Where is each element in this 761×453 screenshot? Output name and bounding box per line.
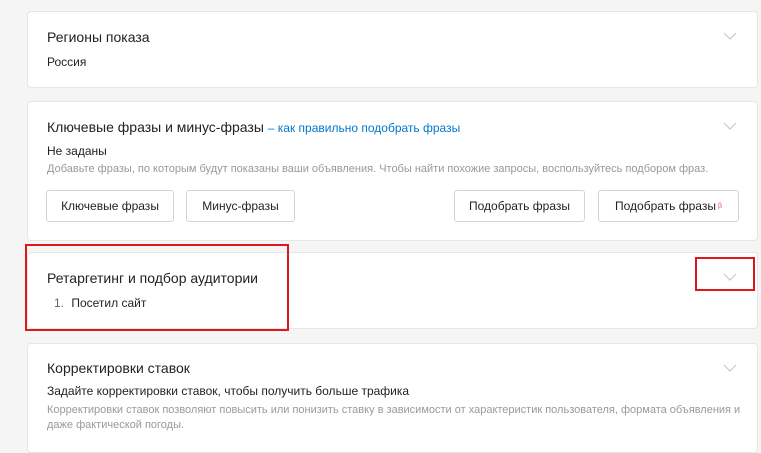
keywords-hint: Добавьте фразы, по которым будут показан… <box>47 163 709 175</box>
minus-phrases-button[interactable]: Минус-фразы <box>186 190 295 222</box>
keywords-help-link[interactable]: – как правильно подобрать фразы <box>268 121 460 135</box>
chevron-highlight-box <box>695 257 755 291</box>
chevron-down-icon[interactable] <box>723 364 737 372</box>
regions-title: Регионы показа <box>47 29 150 45</box>
chevron-down-icon[interactable] <box>723 122 737 130</box>
keywords-card: Ключевые фразы и минус-фразы – как прави… <box>27 101 758 241</box>
bids-title: Корректировки ставок <box>47 360 190 376</box>
pick-phrases-button[interactable]: Подобрать фразы <box>454 190 585 222</box>
bids-subtitle: Задайте корректировки ставок, чтобы полу… <box>47 384 410 398</box>
beta-badge: β <box>717 202 722 210</box>
keywords-button[interactable]: Ключевые фразы <box>46 190 174 222</box>
keywords-title: Ключевые фразы и минус-фразы <box>47 119 264 135</box>
regions-card: Регионы показа Россия <box>27 11 758 88</box>
bids-card: Корректировки ставок Задайте корректиров… <box>27 343 758 453</box>
pick-phrases-beta-button[interactable]: Подобрать фразы β <box>598 190 739 222</box>
keywords-status: Не заданы <box>47 144 107 158</box>
pick-phrases-beta-label: Подобрать фразы <box>615 199 716 213</box>
keywords-title-row: Ключевые фразы и минус-фразы – как прави… <box>47 119 460 135</box>
chevron-down-icon[interactable] <box>723 32 737 40</box>
retargeting-highlight-box <box>25 244 289 331</box>
bids-hint: Корректировки ставок позволяют повысить … <box>47 404 741 431</box>
regions-value: Россия <box>47 55 87 69</box>
